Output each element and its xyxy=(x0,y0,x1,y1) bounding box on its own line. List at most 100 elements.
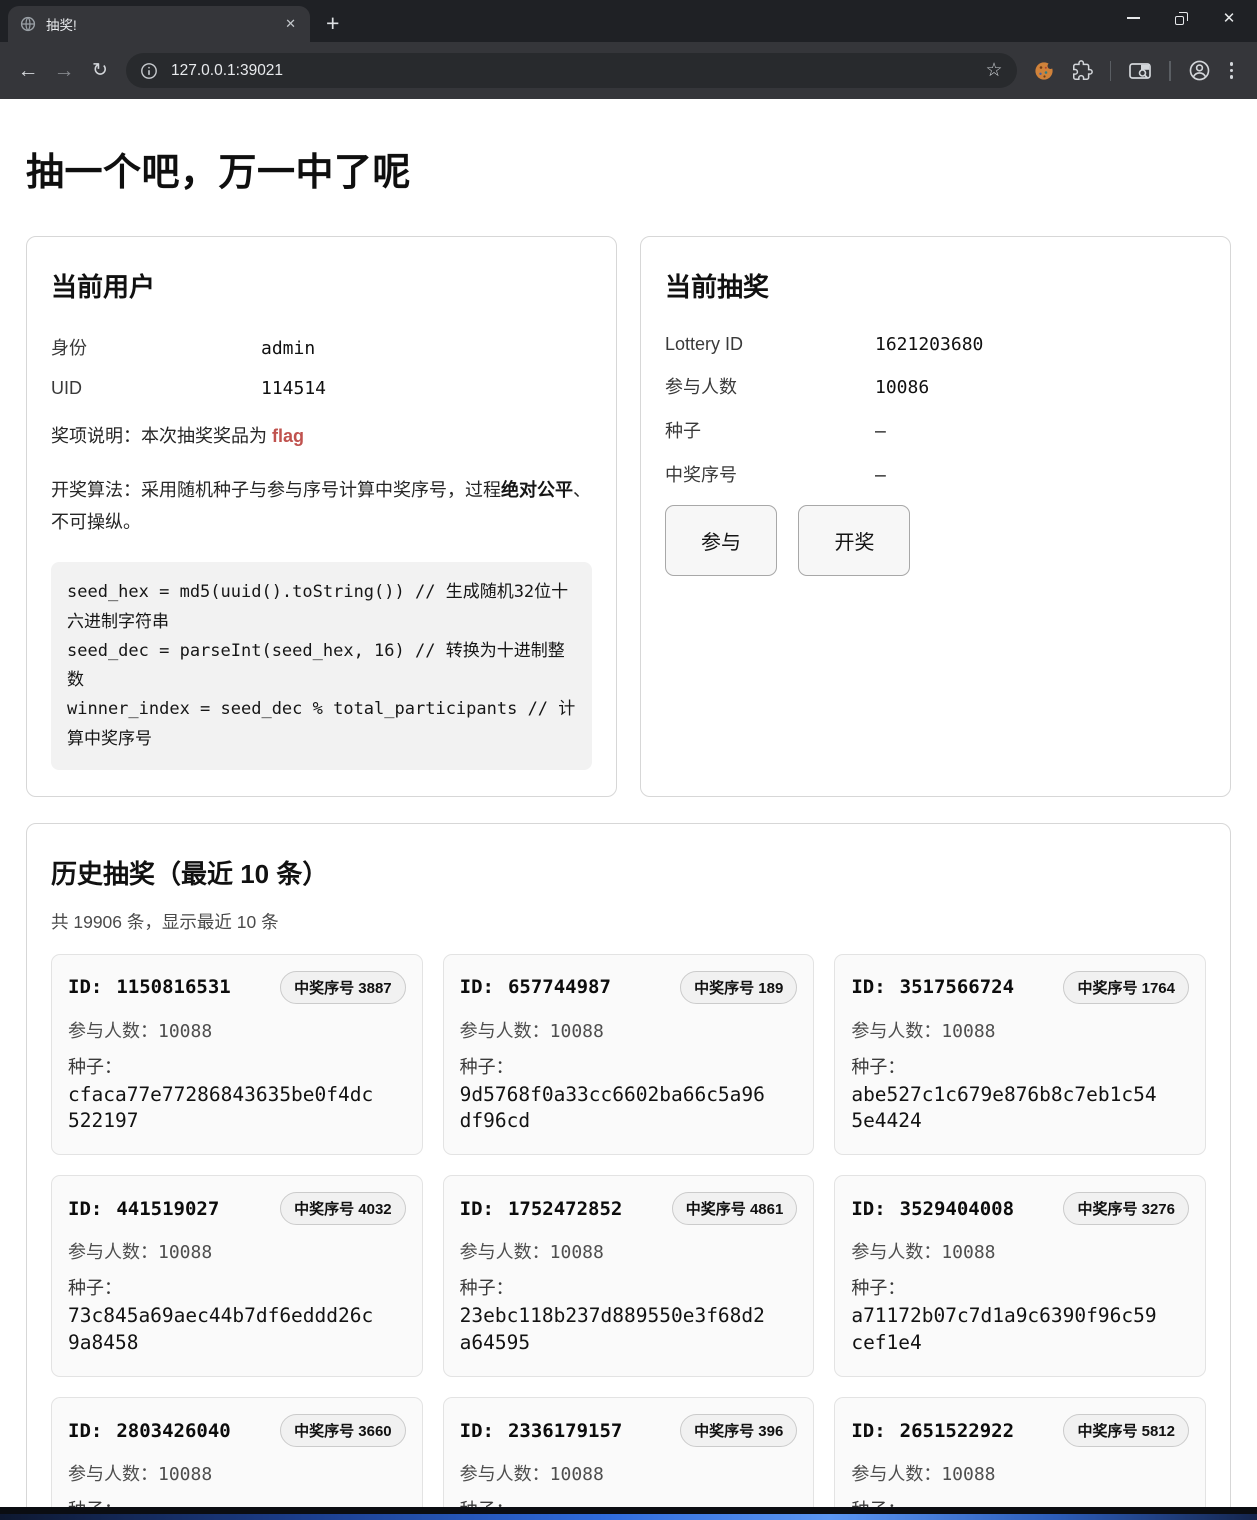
history-seed-value: cfaca77e77286843635be0f4dc522197 xyxy=(68,1082,376,1135)
history-participants-label: 参与人数： xyxy=(851,1464,941,1484)
winner-badge: 中奖序号 3887 xyxy=(280,971,406,1004)
address-bar[interactable]: 127.0.0.1:39021 ☆ xyxy=(126,53,1017,88)
forward-button[interactable]: → xyxy=(46,59,82,83)
history-participants-value: 10088 xyxy=(550,1464,604,1485)
history-id-label: ID: xyxy=(460,976,494,998)
history-participants-value: 10088 xyxy=(158,1464,212,1485)
seed-value: – xyxy=(875,421,1206,442)
winner-badge: 中奖序号 3660 xyxy=(280,1414,406,1447)
toolbar-right-icons xyxy=(1031,59,1248,82)
uid-value: 114514 xyxy=(261,378,592,399)
history-item: ID:2336179157中奖序号 396 参与人数：10088 种子： 83e… xyxy=(443,1397,815,1520)
browser-toolbar: ← → ↻ 127.0.0.1:39021 ☆ xyxy=(0,42,1257,99)
current-lottery-card: 当前抽奖 Lottery ID 1621203680 参与人数 10086 种子… xyxy=(640,236,1231,797)
history-seed-value: abe527c1c679e876b8c7eb1c545e4424 xyxy=(851,1082,1159,1135)
history-seed-label: 种子： xyxy=(851,1053,1189,1079)
history-item: ID:2651522922中奖序号 5812 参与人数：10088 种子： cd… xyxy=(834,1397,1206,1520)
participants-row: 参与人数 10086 xyxy=(665,373,1206,399)
screen-bottom-edge xyxy=(0,1507,1257,1520)
history-seed-label: 种子： xyxy=(460,1053,798,1079)
identity-label: 身份 xyxy=(51,334,261,360)
history-participants-value: 10088 xyxy=(550,1021,604,1042)
menu-kebab-icon[interactable] xyxy=(1228,60,1236,81)
history-id-label: ID: xyxy=(68,1420,102,1442)
history-seed-value: a71172b07c7d1a9c6390f96c59cef1e4 xyxy=(851,1303,1159,1356)
history-seed-label: 种子： xyxy=(851,1274,1189,1300)
cookie-icon[interactable] xyxy=(1033,60,1055,82)
history-title: 历史抽奖（最近 10 条） xyxy=(51,854,1206,891)
history-participants-value: 10088 xyxy=(158,1242,212,1263)
winner-badge: 中奖序号 4861 xyxy=(672,1192,798,1225)
browser-window: 抽奖! ✕ + ✕ ← → ↻ 127.0.0.1:39021 ☆ xyxy=(0,0,1257,1520)
url-text[interactable]: 127.0.0.1:39021 xyxy=(171,62,985,80)
new-tab-button[interactable]: + xyxy=(326,12,339,35)
history-card: 历史抽奖（最近 10 条） 共 19906 条，显示最近 10 条 ID: 115… xyxy=(26,823,1231,1520)
winner-index-label: 中奖序号 xyxy=(665,461,875,487)
history-item: ID:1752472852中奖序号 4861 参与人数：10088 种子： 23… xyxy=(443,1175,815,1377)
winner-badge: 中奖序号 3276 xyxy=(1063,1192,1189,1225)
history-id-value: 2651522922 xyxy=(900,1420,1014,1442)
history-id-value: 3529404008 xyxy=(900,1198,1014,1220)
browser-titlebar: 抽奖! ✕ + ✕ xyxy=(0,0,1257,42)
history-id-label: ID: xyxy=(460,1198,494,1220)
algorithm-code-block: seed_hex = md5(uuid().toString()) // 生成随… xyxy=(51,562,592,769)
lottery-card-title: 当前抽奖 xyxy=(665,267,1206,304)
algorithm-note: 开奖算法：采用随机种子与参与序号计算中奖序号，过程绝对公平、不可操纵。 xyxy=(51,474,592,539)
winner-index-value: – xyxy=(875,465,1206,486)
participants-value: 10086 xyxy=(875,377,1206,398)
history-item: ID:657744987中奖序号 189 参与人数：10088 种子： 9d57… xyxy=(443,954,815,1156)
window-close-button[interactable]: ✕ xyxy=(1221,10,1237,26)
winner-badge: 中奖序号 189 xyxy=(680,971,797,1004)
history-id-label: ID: xyxy=(68,1198,102,1220)
window-minimize-button[interactable] xyxy=(1125,10,1141,26)
toolbar-divider xyxy=(1169,61,1171,81)
algorithm-bold-text: 绝对公平 xyxy=(501,480,573,500)
profile-icon[interactable] xyxy=(1188,59,1211,82)
history-item: ID:3517566724中奖序号 1764 参与人数：10088 种子： ab… xyxy=(834,954,1206,1156)
user-card-title: 当前用户 xyxy=(51,267,592,304)
reload-button[interactable]: ↻ xyxy=(82,59,118,82)
history-seed-label: 种子： xyxy=(68,1053,406,1079)
search-side-panel-icon[interactable] xyxy=(1128,60,1152,82)
history-id-value: 1752472852 xyxy=(508,1198,622,1220)
extensions-puzzle-icon[interactable] xyxy=(1072,60,1093,81)
history-participants-label: 参与人数： xyxy=(460,1464,550,1484)
history-id-label: ID: xyxy=(460,1420,494,1442)
winner-badge: 中奖序号 4032 xyxy=(280,1192,406,1225)
history-id-label: ID: xyxy=(851,1198,885,1220)
lottery-id-label: Lottery ID xyxy=(665,334,875,355)
history-participants-value: 10088 xyxy=(158,1021,212,1042)
tab-close-icon[interactable]: ✕ xyxy=(283,16,298,32)
history-item: ID:3529404008中奖序号 3276 参与人数：10088 种子： a7… xyxy=(834,1175,1206,1377)
prize-note-text: 奖项说明：本次抽奖奖品为 xyxy=(51,426,272,446)
history-participants-label: 参与人数： xyxy=(851,1021,941,1041)
page-content: 抽一个吧，万一中了呢 当前用户 身份 admin UID 114514 奖项说明… xyxy=(0,99,1257,1520)
uid-row: UID 114514 xyxy=(51,378,592,399)
history-summary: 共 19906 条，显示最近 10 条 xyxy=(51,909,1206,934)
history-id-label: ID: xyxy=(851,976,885,998)
participants-label: 参与人数 xyxy=(665,373,875,399)
draw-button[interactable]: 开奖 xyxy=(798,505,910,576)
identity-row: 身份 admin xyxy=(51,334,592,360)
lottery-id-value: 1621203680 xyxy=(875,334,1206,355)
join-button[interactable]: 参与 xyxy=(665,505,777,576)
history-seed-value: 9d5768f0a33cc6602ba66c5a96df96cd xyxy=(460,1082,768,1135)
bookmark-star-icon[interactable]: ☆ xyxy=(985,59,1002,82)
history-participants-label: 参与人数： xyxy=(68,1021,158,1041)
browser-tab[interactable]: 抽奖! ✕ xyxy=(8,6,310,42)
lottery-id-row: Lottery ID 1621203680 xyxy=(665,334,1206,355)
history-participants-label: 参与人数： xyxy=(460,1242,550,1262)
history-id-value: 657744987 xyxy=(508,976,611,998)
prize-note: 奖项说明：本次抽奖奖品为 flag xyxy=(51,421,592,452)
lottery-actions: 参与 开奖 xyxy=(665,505,1206,576)
history-item: ID:2803426040中奖序号 3660 参与人数：10088 种子： 6c… xyxy=(51,1397,423,1520)
site-info-icon[interactable] xyxy=(140,62,158,80)
favicon-globe-icon xyxy=(20,16,36,32)
seed-label: 种子 xyxy=(665,417,875,443)
history-id-value: 1150816531 xyxy=(116,976,230,998)
back-button[interactable]: ← xyxy=(10,59,46,83)
window-restore-button[interactable] xyxy=(1173,10,1189,26)
history-id-value: 2803426040 xyxy=(116,1420,230,1442)
current-user-card: 当前用户 身份 admin UID 114514 奖项说明：本次抽奖奖品为 fl… xyxy=(26,236,617,797)
history-item: ID:1150816531中奖序号 3887 参与人数：10088 种子： cf… xyxy=(51,954,423,1156)
